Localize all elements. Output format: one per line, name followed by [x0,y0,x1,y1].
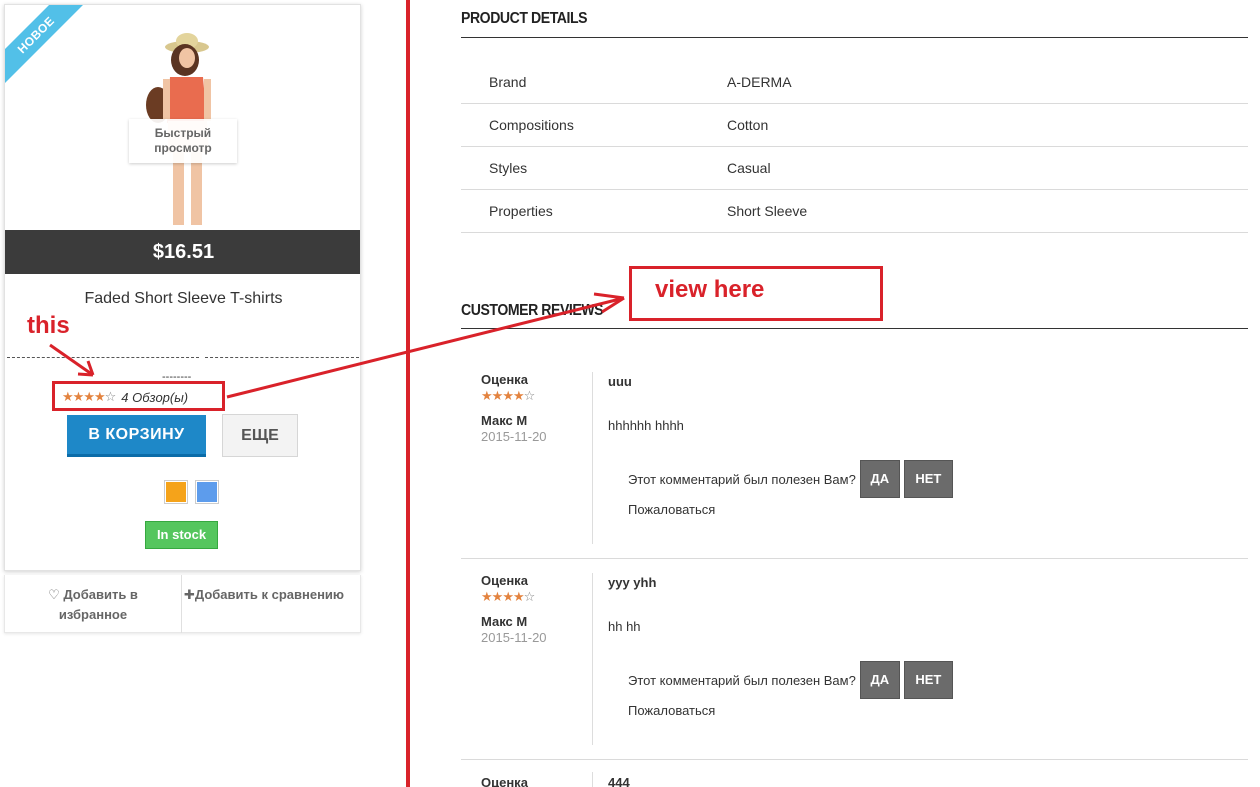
review-body: hh hh [608,619,641,634]
star-filled-icon: ★ [502,589,514,604]
detail-key: Compositions [489,117,574,133]
star-filled-icon: ★ [502,388,514,403]
review-title: uuu [608,374,632,389]
review-item: Оценка ★★★★☆ Макс М 2015-11-20 yyy yhh h… [461,573,1248,773]
price-bar: $16.51 [5,230,360,274]
annotation-this-label: this [27,312,70,339]
product-details-rule [461,37,1248,38]
review-usefulness: Этот комментарий был полезен Вам? ДА НЕТ [628,661,953,699]
card-actions: ♡ Добавить в избранное ✚Добавить к сравн… [4,575,361,633]
add-to-wishlist-button[interactable]: ♡ Добавить в избранное [5,575,182,633]
detail-value: Cotton [727,117,769,133]
detail-key: Properties [489,203,553,219]
vote-yes-button[interactable]: ДА [859,460,900,498]
stock-badge: In stock [145,521,218,549]
vote-no-button[interactable]: НЕТ [903,661,953,699]
star-filled-icon: ★ [491,589,504,604]
new-ribbon-label: НОВОЕ [5,5,91,90]
detail-row: Brand A-DERMA [461,61,1248,104]
review-meta: Оценка ★★★★☆ Макс М 2015-11-20 [481,573,593,745]
detail-row: Properties Short Sleeve [461,190,1248,233]
review-body: hhhhhh hhhh [608,418,684,433]
report-link[interactable]: Пожаловаться [628,502,715,517]
compare-label: Добавить к сравнению [194,587,345,602]
detail-key: Brand [489,74,527,90]
annotation-rating-box [52,381,225,411]
detail-value: A-DERMA [727,74,792,90]
review-stars-icon: ★★★★☆ [481,388,592,404]
add-to-compare-button[interactable]: ✚Добавить к сравнению [182,575,362,633]
review-usefulness: Этот комментарий был полезен Вам? ДА НЕТ [628,460,953,498]
plus-icon: ✚ [184,587,195,602]
star-filled-icon: ★ [491,388,504,403]
color-swatch-blue[interactable] [195,480,219,504]
product-name-link[interactable]: Faded Short Sleeve T-shirts [5,290,360,308]
wishlist-label-1: Добавить в [63,587,138,602]
review-rating-label: Оценка [481,372,528,387]
star-filled-icon: ★ [512,388,525,403]
customer-reviews-title: CUSTOMER REVIEWS [461,302,604,319]
review-author: Макс М [481,614,528,629]
quick-view-button[interactable]: Быстрый просмотр [129,119,237,163]
review-title: yyy yhh [608,575,657,590]
detail-row: Styles Casual [461,147,1248,190]
wishlist-label-2: избранное [58,607,128,622]
review-separator [461,759,1248,760]
detail-value: Casual [727,160,771,176]
review-item: Оценка ★★★★☆ Макс М 2015-11-20 uuu hhhhh… [461,372,1248,572]
swatch-fill [166,482,186,502]
star-empty-icon: ☆ [523,388,536,403]
review-date: 2015-11-20 [481,429,547,444]
review-meta-border-partial [592,772,593,787]
new-ribbon: НОВОЕ [5,5,95,95]
dashed-divider-left [7,357,199,358]
usefulness-question: Этот комментарий был полезен Вам? [628,672,856,688]
review-stars-icon: ★★★★☆ [481,589,592,605]
customer-reviews-rule [461,328,1248,329]
review-date: 2015-11-20 [481,630,547,645]
swatch-fill [197,482,217,502]
detail-row: Compositions Cotton [461,104,1248,147]
star-filled-icon: ★ [481,589,493,604]
product-details-title: PRODUCT DETAILS [461,10,588,27]
usefulness-question: Этот комментарий был полезен Вам? [628,471,856,487]
quick-view-label-1: Быстрый [154,126,212,140]
color-swatch-orange[interactable] [164,480,188,504]
annotation-view-here-label: view here [655,276,765,303]
review-meta: Оценка ★★★★☆ Макс М 2015-11-20 [481,372,593,544]
vote-no-button[interactable]: НЕТ [903,460,953,498]
quick-view-label-2: просмотр [154,141,212,155]
more-button[interactable]: ЕЩЕ [222,414,298,457]
product-price: $16.51 [152,241,215,263]
annotation-divider [406,0,410,787]
review-title-partial: 444 [608,775,630,787]
report-link[interactable]: Пожаловаться [628,703,715,718]
vote-yes-button[interactable]: ДА [859,661,900,699]
review-separator [461,558,1248,559]
review-rating-label-partial: Оценка [481,775,528,787]
star-filled-icon: ★ [512,589,525,604]
detail-key: Styles [489,160,528,176]
review-rating-label: Оценка [481,573,528,588]
review-author: Макс М [481,413,528,428]
add-to-cart-button[interactable]: В КОРЗИНУ [67,415,206,457]
product-card: НОВОЕ Быстрый просмотр $16.51 Faded Shor… [4,4,361,571]
detail-value: Short Sleeve [727,203,808,219]
heart-icon: ♡ [48,587,60,602]
dashed-divider-right [205,357,359,358]
star-filled-icon: ★ [481,388,493,403]
star-empty-icon: ☆ [523,589,536,604]
